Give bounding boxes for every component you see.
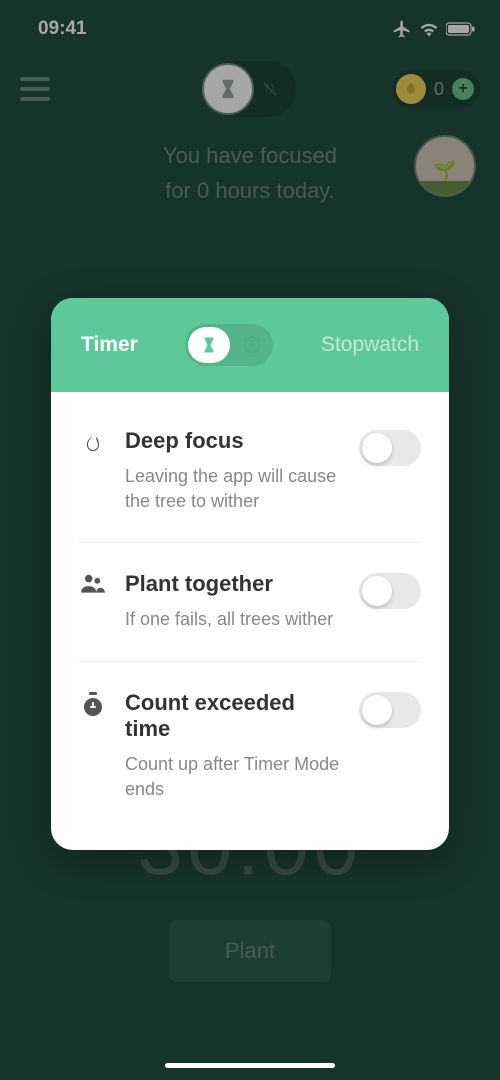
option-title: Count exceeded time <box>125 690 341 742</box>
option-deep-focus: Deep focus Leaving the app will cause th… <box>79 400 421 543</box>
option-count-exceeded: Count exceeded time Count up after Timer… <box>79 662 421 830</box>
timer-plus-icon <box>79 692 107 718</box>
people-icon <box>79 573 107 595</box>
modal-mode-toggle[interactable] <box>185 324 273 366</box>
modal-body: Deep focus Leaving the app will cause th… <box>51 392 449 850</box>
settings-modal: Timer Stopwatch Deep focus Leaving the a… <box>51 298 449 850</box>
flame-icon <box>79 430 107 458</box>
option-desc: If one fails, all trees wither <box>125 607 341 632</box>
count-exceeded-toggle[interactable] <box>359 692 421 728</box>
option-title: Deep focus <box>125 428 341 454</box>
modal-header: Timer Stopwatch <box>51 298 449 392</box>
tab-timer[interactable]: Timer <box>81 333 138 357</box>
deep-focus-toggle[interactable] <box>359 430 421 466</box>
option-desc: Leaving the app will cause the tree to w… <box>125 464 341 514</box>
tab-stopwatch[interactable]: Stopwatch <box>321 333 419 357</box>
home-indicator[interactable] <box>165 1063 335 1068</box>
option-title: Plant together <box>125 571 341 597</box>
option-desc: Count up after Timer Mode ends <box>125 752 341 802</box>
plant-together-toggle[interactable] <box>359 573 421 609</box>
option-plant-together: Plant together If one fails, all trees w… <box>79 543 421 661</box>
hourglass-icon[interactable] <box>188 327 230 363</box>
clock-icon[interactable] <box>234 327 270 363</box>
